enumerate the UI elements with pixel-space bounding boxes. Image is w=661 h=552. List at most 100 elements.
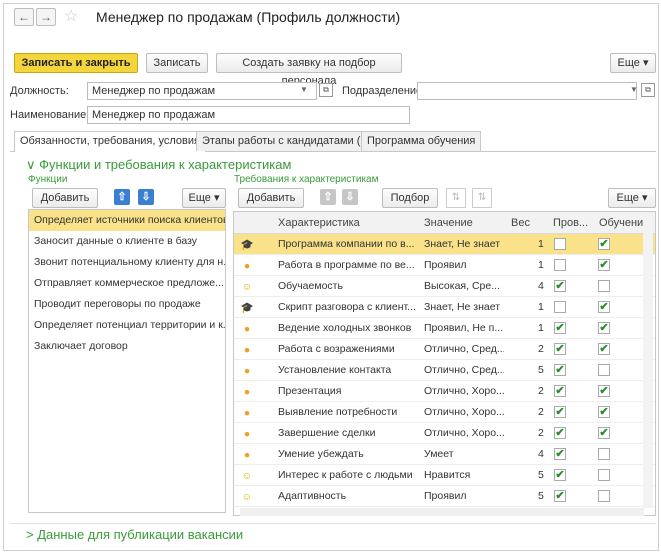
training-checkbox[interactable]: ✔ bbox=[598, 259, 610, 271]
cell-characteristic: Обучаемость bbox=[278, 280, 343, 292]
back-button[interactable]: ← bbox=[14, 8, 34, 26]
name-field[interactable]: Менеджер по продажам bbox=[87, 106, 410, 124]
column-training[interactable]: Обучение bbox=[599, 217, 649, 229]
tab-duties[interactable]: Обязанности, требования, условия bbox=[14, 131, 206, 152]
open-icon[interactable]: ⧉ bbox=[319, 83, 333, 97]
check-checkbox[interactable] bbox=[554, 259, 566, 271]
check-checkbox[interactable]: ✔ bbox=[554, 322, 566, 334]
move-down-icon[interactable]: ⇩ bbox=[138, 189, 154, 205]
name-label: Наименование: bbox=[10, 109, 90, 121]
horizontal-scrollbar[interactable] bbox=[240, 508, 644, 516]
vertical-scrollbar[interactable] bbox=[643, 220, 653, 508]
favorite-star-icon[interactable]: ☆ bbox=[64, 6, 78, 26]
column-check[interactable]: Пров... bbox=[553, 217, 588, 229]
check-checkbox[interactable]: ✔ bbox=[554, 490, 566, 502]
column-characteristic[interactable]: Характеристика bbox=[278, 217, 360, 229]
cell-characteristic: Работа с возражениями bbox=[278, 343, 395, 355]
check-checkbox[interactable]: ✔ bbox=[554, 469, 566, 481]
tab-training-program[interactable]: Программа обучения bbox=[361, 131, 482, 151]
training-checkbox[interactable] bbox=[598, 469, 610, 481]
cell-characteristic: Интерес к работе с людьми bbox=[278, 469, 413, 481]
list-item[interactable]: Определяет потенциал территории и к... bbox=[29, 315, 225, 336]
table-row[interactable]: ● Работа в программе по ве... Проявил 1 ✔ bbox=[234, 255, 655, 276]
section-header[interactable]: ∨ Функции и требования к характеристикам bbox=[26, 157, 291, 173]
cell-characteristic: Работа в программе по ве... bbox=[278, 259, 415, 271]
column-value[interactable]: Значение bbox=[424, 217, 473, 229]
training-checkbox[interactable] bbox=[598, 364, 610, 376]
department-field[interactable] bbox=[417, 82, 637, 100]
table-row[interactable]: ☺ Интерес к работе с людьми Нравится 5 ✔ bbox=[234, 465, 655, 486]
check-checkbox[interactable]: ✔ bbox=[554, 406, 566, 418]
chevron-down-icon: ∨ bbox=[26, 157, 36, 172]
column-weight[interactable]: Вес bbox=[511, 217, 530, 229]
pick-button[interactable]: Подбор bbox=[382, 188, 438, 208]
table-row[interactable]: 🎓 Скрипт разговора с клиент... Знает, Не з… bbox=[234, 297, 655, 318]
save-button[interactable]: Записать bbox=[146, 53, 208, 73]
check-checkbox[interactable]: ✔ bbox=[554, 427, 566, 439]
cell-weight: 4 bbox=[538, 280, 544, 292]
table-row[interactable]: ● Умение убеждать Умеет 4 ✔ bbox=[234, 444, 655, 465]
medal-icon: ● bbox=[243, 428, 251, 440]
table-row[interactable]: ☺ Адаптивность Проявил 5 ✔ bbox=[234, 486, 655, 507]
functions-more-button[interactable]: Еще ▾ bbox=[182, 188, 226, 208]
check-checkbox[interactable]: ✔ bbox=[554, 364, 566, 376]
move-up-icon[interactable]: ⇧ bbox=[114, 189, 130, 205]
position-field[interactable]: Менеджер по продажам bbox=[87, 82, 317, 100]
create-staffing-request-button[interactable]: Создать заявку на подбор персонала bbox=[216, 53, 402, 87]
table-row[interactable]: ● Презентация Отлично, Хоро... 2 ✔ ✔ bbox=[234, 381, 655, 402]
more-menu-button[interactable]: Еще ▾ bbox=[610, 53, 656, 73]
training-checkbox[interactable] bbox=[598, 280, 610, 292]
training-checkbox[interactable]: ✔ bbox=[598, 343, 610, 355]
smiley-icon: ☺ bbox=[241, 491, 253, 503]
dropdown-icon[interactable]: ▼ bbox=[300, 85, 308, 94]
save-and-close-button[interactable]: Записать и закрыть bbox=[14, 53, 138, 73]
check-checkbox[interactable]: ✔ bbox=[554, 385, 566, 397]
department-label: Подразделение: bbox=[342, 85, 426, 97]
list-item[interactable]: Заносит данные о клиенте в базу bbox=[29, 231, 225, 252]
vacancy-section-header[interactable]: > Данные для публикации вакансии bbox=[26, 527, 243, 542]
cell-value: Отлично, Сред... bbox=[424, 364, 504, 376]
check-checkbox[interactable] bbox=[554, 238, 566, 250]
training-checkbox[interactable]: ✔ bbox=[598, 427, 610, 439]
forward-button[interactable]: → bbox=[36, 8, 56, 26]
list-item[interactable]: Определяет источники поиска клиентов bbox=[29, 210, 225, 231]
check-checkbox[interactable] bbox=[554, 301, 566, 313]
medal-icon: ● bbox=[243, 260, 251, 272]
training-checkbox[interactable] bbox=[598, 490, 610, 502]
requirements-more-button[interactable]: Еще ▾ bbox=[608, 188, 656, 208]
table-row[interactable]: ● Выявление потребности Отлично, Хоро... 2 ✔… bbox=[234, 402, 655, 423]
table-row[interactable]: ● Завершение сделки Отлично, Хоро... 2 ✔ ✔ bbox=[234, 423, 655, 444]
training-checkbox[interactable]: ✔ bbox=[598, 322, 610, 334]
list-item[interactable]: Звонит потенциальному клиенту для н... bbox=[29, 252, 225, 273]
list-item[interactable]: Заключает договор bbox=[29, 336, 225, 357]
list-item[interactable]: Проводит переговоры по продаже bbox=[29, 294, 225, 315]
forward-icon: → bbox=[40, 10, 52, 24]
requirements-label: Требования к характеристикам bbox=[234, 174, 379, 185]
table-row[interactable]: ● Ведение холодных звонков Проявил, Не п..… bbox=[234, 318, 655, 339]
training-checkbox[interactable]: ✔ bbox=[598, 238, 610, 250]
list-item[interactable]: Отправляет коммерческое предложе... bbox=[29, 273, 225, 294]
open-icon[interactable]: ⧉ bbox=[641, 83, 655, 97]
dropdown-icon[interactable]: ▼ bbox=[630, 85, 638, 94]
functions-add-button[interactable]: Добавить bbox=[32, 188, 98, 208]
requirements-add-button[interactable]: Добавить bbox=[238, 188, 304, 208]
table-row[interactable]: ● Работа с возражениями Отлично, Сред... 2 ✔… bbox=[234, 339, 655, 360]
check-checkbox[interactable]: ✔ bbox=[554, 343, 566, 355]
tab-candidate-stages[interactable]: Этапы работы с кандидатами (2) bbox=[196, 131, 377, 151]
cell-characteristic: Завершение сделки bbox=[278, 427, 376, 439]
table-row[interactable]: ☺ Обучаемость Высокая, Сре... 4 ✔ bbox=[234, 276, 655, 297]
cell-characteristic: Ведение холодных звонков bbox=[278, 322, 412, 334]
training-checkbox[interactable] bbox=[598, 448, 610, 460]
cell-characteristic: Адаптивность bbox=[278, 490, 347, 502]
table-row[interactable]: 🎓 Программа компании по в... Знает, Не зна… bbox=[234, 234, 655, 255]
cell-characteristic: Программа компании по в... bbox=[278, 238, 415, 250]
cell-weight: 2 bbox=[538, 427, 544, 439]
table-header: Характеристика Значение Вес Пров... Обуч… bbox=[234, 212, 655, 234]
training-checkbox[interactable]: ✔ bbox=[598, 301, 610, 313]
check-checkbox[interactable]: ✔ bbox=[554, 280, 566, 292]
check-checkbox[interactable]: ✔ bbox=[554, 448, 566, 460]
training-checkbox[interactable]: ✔ bbox=[598, 385, 610, 397]
training-checkbox[interactable]: ✔ bbox=[598, 406, 610, 418]
table-row[interactable]: ● Установление контакта Отлично, Сред... 5 ✔ bbox=[234, 360, 655, 381]
smiley-icon: ☺ bbox=[241, 281, 253, 293]
